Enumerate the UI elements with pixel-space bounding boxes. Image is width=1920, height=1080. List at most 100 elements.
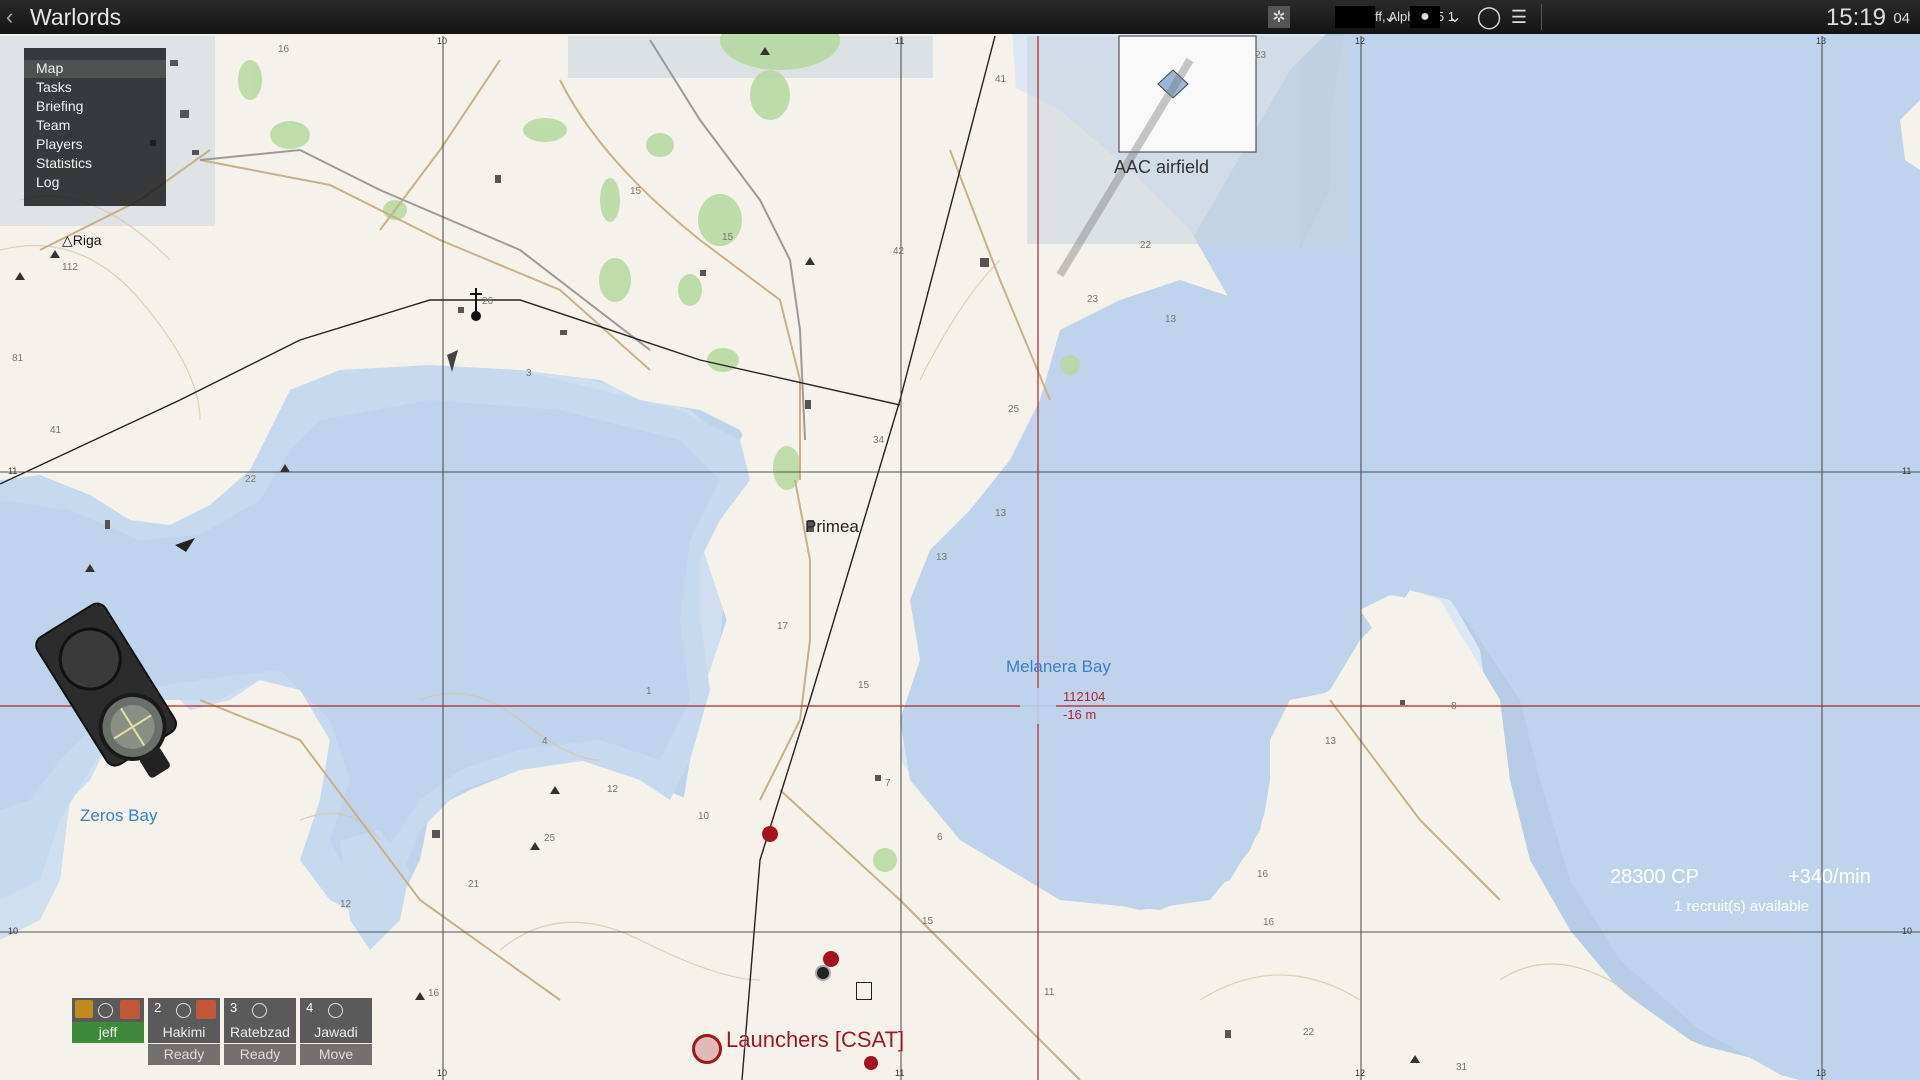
elevation-label: 23 xyxy=(1087,294,1099,305)
place-riga-label: △Riga xyxy=(62,232,102,248)
elevation-label: 26 xyxy=(482,296,494,307)
chevron-left-icon: ‹ xyxy=(6,4,14,29)
elevation-label: 17 xyxy=(777,621,789,632)
place-primea-label: Primea xyxy=(805,517,859,536)
squad-member-name: Jawadi xyxy=(300,1022,372,1043)
objective-launchers-icon[interactable] xyxy=(692,1034,722,1064)
squad-member-name: jeff xyxy=(72,1022,144,1043)
menu-item-team[interactable]: Team xyxy=(36,117,70,133)
menu-item-statistics[interactable]: Statistics xyxy=(36,155,92,171)
elevation-label: 13 xyxy=(1165,314,1177,325)
window-title: Warlords xyxy=(30,4,122,30)
triangle-icon: △ xyxy=(62,232,73,248)
elevation-label: 25 xyxy=(1008,404,1020,415)
squad-member-header: 3 xyxy=(224,998,296,1022)
place-zeros-bay-label: Zeros Bay xyxy=(80,806,158,825)
elevation-label: 6 xyxy=(937,832,943,843)
squad-member-number: 3 xyxy=(230,1000,238,1015)
place-melanera-bay-label: Melanera Bay xyxy=(1006,657,1111,676)
enemy-marker-icon[interactable] xyxy=(762,826,778,842)
elevation-label: 16 xyxy=(1263,917,1275,928)
gear-icon[interactable]: ✲ xyxy=(1268,6,1290,28)
elevation-label: 15 xyxy=(630,186,642,197)
grid-label-y10-left: 10 xyxy=(8,926,19,936)
elevation-label: 34 xyxy=(873,435,885,446)
chevron-down-icon[interactable]: ⌄ xyxy=(1380,6,1400,28)
circle-icon[interactable]: ◯ xyxy=(1476,4,1502,29)
elevation-label: 13 xyxy=(1325,736,1337,747)
back-button[interactable]: ‹ xyxy=(6,4,13,30)
menu-item-tasks[interactable]: Tasks xyxy=(36,79,72,95)
squad-member-jeff[interactable]: jeff xyxy=(72,998,144,1066)
elevation-label: 15 xyxy=(922,916,934,927)
elevation-label: 22 xyxy=(245,474,257,485)
squad-member-jawadi[interactable]: 4 Jawadi Move xyxy=(300,998,372,1066)
terrain-map[interactable] xyxy=(0,0,1920,1080)
squad-member-header: 2 xyxy=(148,998,220,1022)
layers-icon[interactable]: ☰ xyxy=(1506,6,1532,28)
grid-label-x13-top: 13 xyxy=(1816,36,1827,46)
elevation-label: 41 xyxy=(50,425,62,436)
menu-item-briefing[interactable]: Briefing xyxy=(36,98,83,114)
squad-member-ratebzad[interactable]: 3 Ratebzad Ready xyxy=(224,998,296,1066)
elevation-label: 42 xyxy=(893,246,905,257)
elevation-label: 22 xyxy=(1303,1027,1315,1038)
top-bar: ‹ Warlords Maj jeff, Alpha 1-5 1 ✲ ⌄ ● ⌄… xyxy=(0,0,1920,34)
vehicle-marker-icon[interactable] xyxy=(856,982,872,1000)
color-swatch[interactable] xyxy=(1335,6,1375,28)
squad-member-status: Ready xyxy=(224,1044,296,1065)
elevation-label: 31 xyxy=(1456,1062,1468,1073)
squad-member-number: 2 xyxy=(154,1000,162,1015)
cp-rate: +340/min xyxy=(1788,866,1871,888)
elevation-label: 22 xyxy=(1140,240,1152,251)
elevation-label: 12 xyxy=(340,899,352,910)
elevation-label: 12 xyxy=(607,784,619,795)
elevation-label: 7 xyxy=(885,778,891,789)
enemy-marker-icon[interactable] xyxy=(864,1056,878,1070)
grid-label-x11-top: 11 xyxy=(895,36,905,46)
grid-label-x13-bottom: 13 xyxy=(1816,1068,1827,1078)
squad-member-status: Ready xyxy=(148,1044,220,1065)
grid-label-x12-bottom: 12 xyxy=(1355,1068,1366,1078)
place-aac-airfield-label: AAC airfield xyxy=(1114,157,1210,177)
stance-icon xyxy=(98,1003,113,1018)
clock-seconds: 04 xyxy=(1893,10,1910,27)
elevation-label: 13 xyxy=(995,508,1007,519)
grid-label-x11-bottom: 11 xyxy=(895,1068,905,1078)
target-marker-icon[interactable] xyxy=(815,965,831,981)
stance-icon xyxy=(328,1003,343,1018)
squad-member-status: Move xyxy=(300,1044,372,1065)
squad-member-header: 4 xyxy=(300,998,372,1022)
grid-label-y10-right: 10 xyxy=(1902,926,1913,936)
elevation-label: 16 xyxy=(1257,869,1269,880)
squad-member-header xyxy=(72,998,144,1022)
rank-icon xyxy=(75,1000,93,1018)
menu-item-players[interactable]: Players xyxy=(36,136,83,152)
stance-icon xyxy=(252,1003,267,1018)
squad-member-hakimi[interactable]: 2 Hakimi Ready xyxy=(148,998,220,1066)
elevation-label: 81 xyxy=(12,353,24,364)
cursor-elevation-readout: -16 m xyxy=(1063,707,1097,722)
elevation-label: 13 xyxy=(936,552,948,563)
elevation-label: 112 xyxy=(62,262,78,273)
squad-member-name: Ratebzad xyxy=(224,1022,296,1043)
cursor-grid-readout: 112104 xyxy=(1063,689,1106,704)
weapon-icon xyxy=(120,1000,140,1019)
elevation-label: 15 xyxy=(858,680,870,691)
stance-icon xyxy=(176,1003,191,1018)
elevation-label: 16 xyxy=(428,988,440,999)
elevation-label: 15 xyxy=(722,232,734,243)
dot-icon[interactable]: ● xyxy=(1410,6,1440,28)
objective-launchers-label[interactable]: Launchers [CSAT] xyxy=(726,1027,904,1053)
command-points: 28300 CP xyxy=(1610,866,1699,888)
elevation-label: 21 xyxy=(468,879,480,890)
grid-label-y11-right: 11 xyxy=(1902,466,1912,476)
menu-item-map[interactable]: Map xyxy=(36,60,63,76)
chevron-down-icon[interactable]: ⌄ xyxy=(1445,6,1465,28)
elevation-label: 10 xyxy=(698,811,710,822)
grid-label-x10-bottom: 10 xyxy=(437,1068,448,1078)
elevation-label: 25 xyxy=(544,833,556,844)
clock-time: 15:19 xyxy=(1825,4,1886,31)
menu-item-log[interactable]: Log xyxy=(36,174,59,190)
map-menu: Map Tasks Briefing Team Players Statisti… xyxy=(24,48,166,206)
